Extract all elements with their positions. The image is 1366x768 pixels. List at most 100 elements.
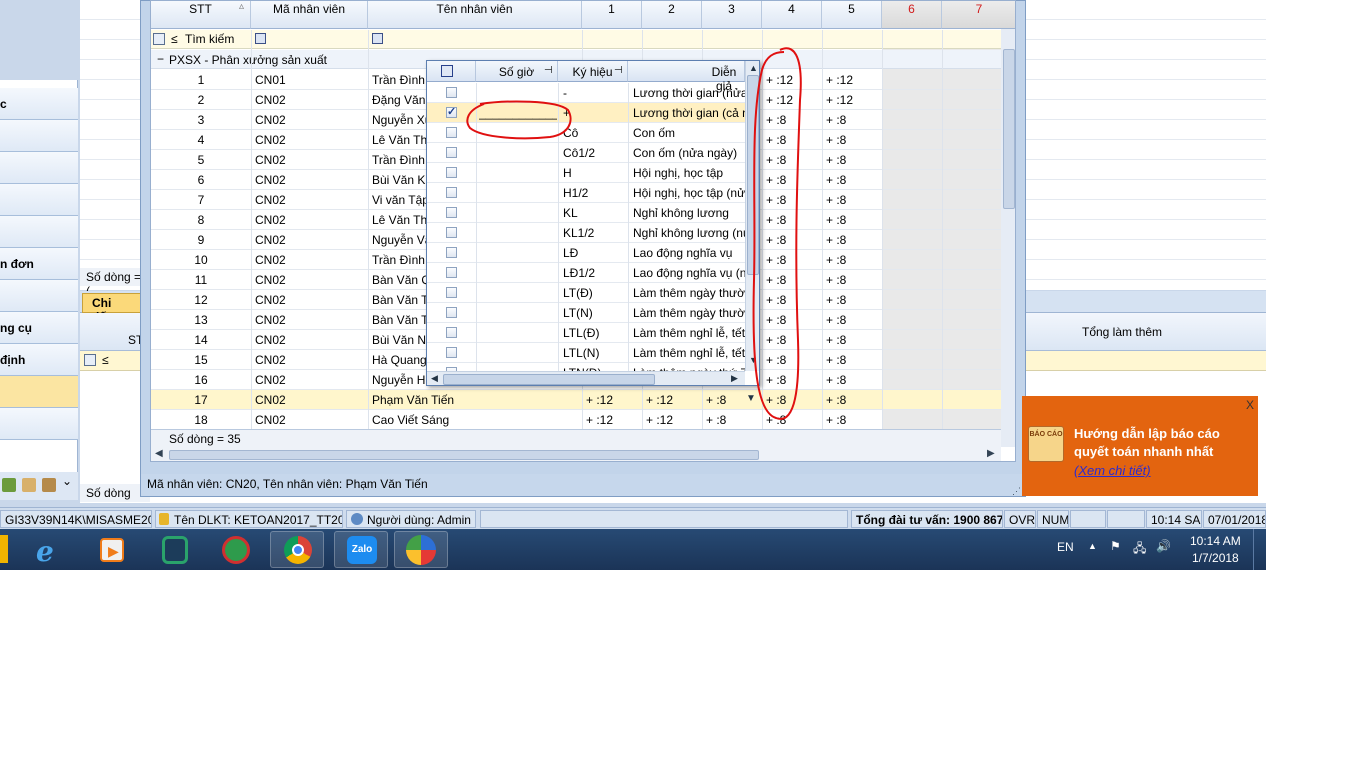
- row-checkbox[interactable]: [446, 127, 457, 138]
- popup-vertical-scroll-thumb[interactable]: [747, 75, 759, 275]
- scroll-up-icon[interactable]: ▲: [749, 63, 758, 73]
- list-item[interactable]: LT(Đ) Làm thêm ngày thường: [427, 283, 745, 303]
- filter-edit-icon[interactable]: [153, 33, 165, 45]
- list-item[interactable]: KL Nghỉ không lương: [427, 203, 745, 223]
- cell-d5[interactable]: + :8: [826, 213, 882, 227]
- cell-stt[interactable]: 12: [151, 293, 251, 307]
- popup-column-description[interactable]: Diễn giả: [628, 61, 745, 93]
- cell-d4[interactable]: + :8: [766, 133, 822, 147]
- cell-stt[interactable]: 4: [151, 133, 251, 147]
- cell-d4[interactable]: + :8: [766, 313, 822, 327]
- cell-code[interactable]: CN02: [255, 233, 368, 247]
- cell-code[interactable]: CN02: [255, 113, 368, 127]
- column-employee-code[interactable]: Mã nhân viên: [251, 1, 368, 29]
- scroll-right-icon[interactable]: ▶: [731, 373, 738, 384]
- filter-condition-icon[interactable]: [372, 33, 383, 44]
- cell-d4[interactable]: + :8: [766, 173, 822, 187]
- nav-item-5[interactable]: [0, 216, 78, 248]
- nav-item-7[interactable]: [0, 280, 78, 312]
- cell-stt[interactable]: 13: [151, 313, 251, 327]
- row-checkbox[interactable]: [446, 287, 457, 298]
- popup-column-hours[interactable]: Số giờ ⊣: [476, 61, 558, 82]
- cell-code[interactable]: CN02: [255, 193, 368, 207]
- popup-column-check[interactable]: [427, 61, 476, 82]
- ad-close-button[interactable]: X: [1246, 398, 1254, 412]
- column-day-6[interactable]: 6: [882, 1, 942, 29]
- filter-operator[interactable]: ≤: [171, 32, 178, 46]
- cell-stt[interactable]: 17: [151, 393, 251, 407]
- row-checkbox[interactable]: [446, 347, 457, 358]
- flag-icon[interactable]: ⚑: [1110, 539, 1121, 553]
- cell-d4[interactable]: + :8: [766, 153, 822, 167]
- row-checkbox[interactable]: [446, 247, 457, 258]
- cell-d4[interactable]: + :8: [766, 353, 822, 367]
- pin-icon[interactable]: ⊣: [614, 65, 623, 76]
- scroll-left-icon[interactable]: ◀: [431, 373, 438, 384]
- cell-d5[interactable]: + :8: [826, 193, 882, 207]
- cell-d4[interactable]: + :8: [766, 213, 822, 227]
- volume-icon[interactable]: 🔊: [1156, 539, 1171, 553]
- cell-d5[interactable]: + :8: [826, 153, 882, 167]
- cell-code[interactable]: CN02: [255, 253, 368, 267]
- misa-colorful-icon[interactable]: [394, 531, 448, 568]
- row-checkbox[interactable]: [446, 327, 457, 338]
- cell-d5[interactable]: + :8: [826, 133, 882, 147]
- column-day-1[interactable]: 1: [582, 1, 642, 29]
- cell-stt[interactable]: 2: [151, 93, 251, 107]
- cell-stt[interactable]: 18: [151, 413, 251, 427]
- network-icon[interactable]: 🖧: [1133, 539, 1146, 560]
- show-desktop-button[interactable]: [1253, 529, 1266, 570]
- cell-d4[interactable]: + :8: [766, 193, 822, 207]
- row-checkbox[interactable]: [446, 267, 457, 278]
- row-checkbox[interactable]: [446, 167, 457, 178]
- list-item[interactable]: LTL(N) Làm thêm nghỉ lễ, tết b: [427, 343, 745, 363]
- list-item[interactable]: KL1/2 Nghỉ không lương (nửa: [427, 223, 745, 243]
- cell-stt[interactable]: 11: [151, 273, 251, 287]
- list-item[interactable]: ____________12 + Lương thời gian (cả ng: [427, 103, 745, 123]
- cell-code[interactable]: CN01: [255, 73, 368, 87]
- cell-d5[interactable]: + :8: [826, 393, 882, 407]
- table-row[interactable]: 18 CN02 Cao Viết Sáng + :12 + :12 + :8 + :8 + :…: [151, 410, 1001, 430]
- cell-d4[interactable]: + :8: [766, 233, 822, 247]
- media-player-icon[interactable]: ▶: [86, 531, 140, 568]
- grid-horizontal-scrollbar[interactable]: ◀ ▶: [151, 447, 1001, 461]
- pin-icon[interactable]: ⊣: [544, 65, 553, 76]
- row-checkbox[interactable]: [446, 147, 457, 158]
- scroll-down-icon[interactable]: ▼: [749, 355, 758, 365]
- cell-code[interactable]: CN02: [255, 413, 368, 427]
- table-row[interactable]: 17 CN02 Phạm Văn Tiến + :12 + :12 + :8 + :8 + :…: [151, 390, 1001, 410]
- scroll-left-icon[interactable]: ◀: [155, 448, 163, 459]
- column-day-3[interactable]: 3: [702, 1, 762, 29]
- nav-shortcut-icon[interactable]: [2, 478, 16, 492]
- cell-d5[interactable]: + :8: [826, 353, 882, 367]
- list-item[interactable]: LT(N) Làm thêm ngày thường: [427, 303, 745, 323]
- cell-stt[interactable]: 6: [151, 173, 251, 187]
- cell-d4[interactable]: + :8: [766, 293, 822, 307]
- nav-item-9[interactable]: định: [0, 344, 78, 376]
- nav-folder-icon[interactable]: [22, 478, 36, 492]
- list-item[interactable]: Cô1/2 Con ốm (nửa ngày): [427, 143, 745, 163]
- resize-grip-icon[interactable]: ⋰: [1012, 486, 1021, 497]
- cell-code[interactable]: CN02: [255, 213, 368, 227]
- cell-code[interactable]: CN02: [255, 173, 368, 187]
- cell-code[interactable]: CN02: [255, 93, 368, 107]
- language-indicator[interactable]: EN: [1057, 540, 1074, 554]
- cell-d5[interactable]: + :8: [826, 333, 882, 347]
- collapse-icon[interactable]: −: [157, 52, 164, 66]
- cell-stt[interactable]: 1: [151, 73, 251, 87]
- list-item[interactable]: LĐ1/2 Lao động nghĩa vụ (nửa: [427, 263, 745, 283]
- cell-stt[interactable]: 14: [151, 333, 251, 347]
- clock-date[interactable]: 1/7/2018: [1192, 551, 1239, 565]
- cell-d4[interactable]: + :8: [766, 253, 822, 267]
- list-item[interactable]: Cô Con ốm: [427, 123, 745, 143]
- misa-home-icon[interactable]: [148, 531, 202, 568]
- cell-d4[interactable]: + :12: [766, 93, 822, 107]
- popup-horizontal-scroll-thumb[interactable]: [443, 374, 655, 385]
- cell-d2[interactable]: + :12: [646, 413, 702, 427]
- row-checkbox[interactable]: [446, 187, 457, 198]
- nav-item-3[interactable]: [0, 152, 78, 184]
- cell-d5[interactable]: + :12: [826, 73, 882, 87]
- misa-app-icon[interactable]: [210, 531, 264, 568]
- nav-item-1[interactable]: c: [0, 88, 78, 120]
- cell-code[interactable]: CN02: [255, 273, 368, 287]
